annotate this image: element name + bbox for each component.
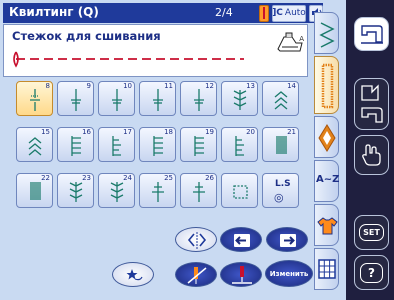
stitch-button-25[interactable]: 25 <box>139 173 176 208</box>
cross-stitch-icon <box>193 182 205 202</box>
quilting-stitch-icon <box>71 89 81 111</box>
settings-button[interactable]: SET <box>354 215 389 250</box>
stitch-preview-panel: Стежок для сшивания A <box>3 24 308 77</box>
mirror-icon <box>187 232 207 249</box>
stitch-button-24[interactable]: 24 <box>98 173 135 208</box>
help-icon: ? <box>360 262 383 283</box>
quilting-stitch-icon <box>194 89 204 111</box>
feather-stitch-icon <box>110 182 124 202</box>
ladder-stitch-icon <box>194 136 204 156</box>
favorite-stitch-button[interactable] <box>112 262 154 287</box>
stitch-button-11[interactable]: 11 <box>139 81 176 116</box>
stitch-button-23[interactable]: 23 <box>57 173 94 208</box>
elongation-right-button[interactable] <box>266 227 308 252</box>
sewing-machine-screen: Квилтинг (Q) 2/4 ]C Auto Стежок для сшив… <box>0 0 394 300</box>
elongation-left-button[interactable] <box>220 227 262 252</box>
presser-foot-letter: A <box>299 35 304 43</box>
stitch-number: 8 <box>45 82 50 90</box>
header-bar: Квилтинг (Q) 2/4 ]C Auto <box>3 3 323 23</box>
stitch-preview-line <box>13 51 244 68</box>
cross-stitch-icon <box>152 182 164 202</box>
ladder-stitch-icon <box>71 136 81 156</box>
stitch-width-button[interactable] <box>175 262 217 287</box>
stitch-button-17[interactable]: 17 <box>98 127 135 162</box>
stitch-button-13[interactable]: 13 <box>221 81 258 116</box>
blanket-stitch-icon <box>112 136 121 156</box>
stitch-button-12[interactable]: 12 <box>180 81 217 116</box>
hand-edit-icon <box>361 144 381 166</box>
sewing-machine-icon <box>360 25 383 44</box>
quilting-stitch-icon <box>112 89 122 111</box>
stitch-button-22[interactable]: 22 <box>16 173 53 208</box>
set-icon: SET <box>359 224 384 241</box>
stitch-number: 9 <box>86 82 91 90</box>
stitch-length-button[interactable] <box>220 262 262 287</box>
satin-stitch-icon <box>276 136 287 154</box>
stitch-button-extra-20[interactable]: L.S ◎ <box>262 173 299 208</box>
chevron-stitch-icon <box>274 91 288 110</box>
quilting-hand-look-stitch-icon <box>30 89 40 111</box>
satin-stitch-icon <box>30 182 41 200</box>
stitch-button-21[interactable]: 21 <box>262 127 299 162</box>
satin-tab-icon <box>321 63 334 109</box>
edit-mode-button[interactable] <box>354 135 389 175</box>
tab-stitch[interactable] <box>314 12 339 54</box>
ls-label: L.S <box>275 179 291 189</box>
blanket-stitch-icon <box>235 136 244 156</box>
auto-lock-icon: ]C <box>272 8 283 18</box>
grid-tab-icon <box>318 259 336 279</box>
tab-alphabet[interactable]: A~Z <box>314 160 339 202</box>
stitch-button-26[interactable]: 26 <box>180 173 217 208</box>
stitch-button-8[interactable]: 8 <box>16 81 53 116</box>
page-indicator: 2/4 <box>215 6 233 19</box>
auto-lock-button[interactable]: ]C Auto <box>272 4 306 22</box>
stitch-button-16[interactable]: 16 <box>57 127 94 162</box>
modify-label: Изменить <box>269 269 309 278</box>
decorative-tab-icon <box>318 124 336 152</box>
mode-title: Квилтинг (Q) <box>9 5 99 19</box>
tab-shirt[interactable] <box>314 204 339 246</box>
needle-icon <box>232 266 252 284</box>
star-needle-icon <box>126 269 143 281</box>
stitch-button-extra-19[interactable] <box>221 173 258 208</box>
stitch-button-18[interactable]: 18 <box>139 127 176 162</box>
shirt-tab-icon <box>317 217 338 235</box>
chevron-stitch-icon <box>28 137 42 156</box>
stitch-square-icon <box>233 185 248 199</box>
tab-satin[interactable] <box>314 56 339 114</box>
stitch-button-20[interactable]: 20 <box>221 127 258 162</box>
stitch-tab-icon <box>319 22 335 48</box>
stitch-button-19[interactable]: 19 <box>180 127 217 162</box>
mirror-button[interactable] <box>175 227 217 252</box>
tab-grid[interactable] <box>314 248 339 290</box>
stitch-button-9[interactable]: 9 <box>57 81 94 116</box>
arrow-left-icon <box>234 234 250 247</box>
help-button[interactable]: ? <box>354 255 389 290</box>
stitch-button-10[interactable]: 10 <box>98 81 135 116</box>
embroidery-mode-icon <box>360 84 383 123</box>
needle-slash-icon <box>187 267 207 284</box>
quilting-stitch-icon <box>153 89 163 111</box>
tab-decorative[interactable] <box>314 116 339 158</box>
modify-button[interactable]: Изменить <box>265 260 313 287</box>
stitch-button-15[interactable]: 15 <box>16 127 53 162</box>
alphabet-tab-icon: A~Z <box>316 174 340 185</box>
ladder-stitch-icon <box>153 136 163 156</box>
feather-stitch-icon <box>233 90 247 110</box>
stitch-button-14[interactable]: 14 <box>262 81 299 116</box>
auto-label: Auto <box>284 8 306 18</box>
embroidery-mode-button[interactable] <box>354 78 389 130</box>
ls-symbol: ◎ <box>274 191 284 204</box>
arrow-right-icon <box>280 234 296 247</box>
feather-stitch-icon <box>69 182 83 202</box>
needle-position-icon <box>259 4 269 22</box>
sewing-mode-button[interactable] <box>354 17 389 51</box>
